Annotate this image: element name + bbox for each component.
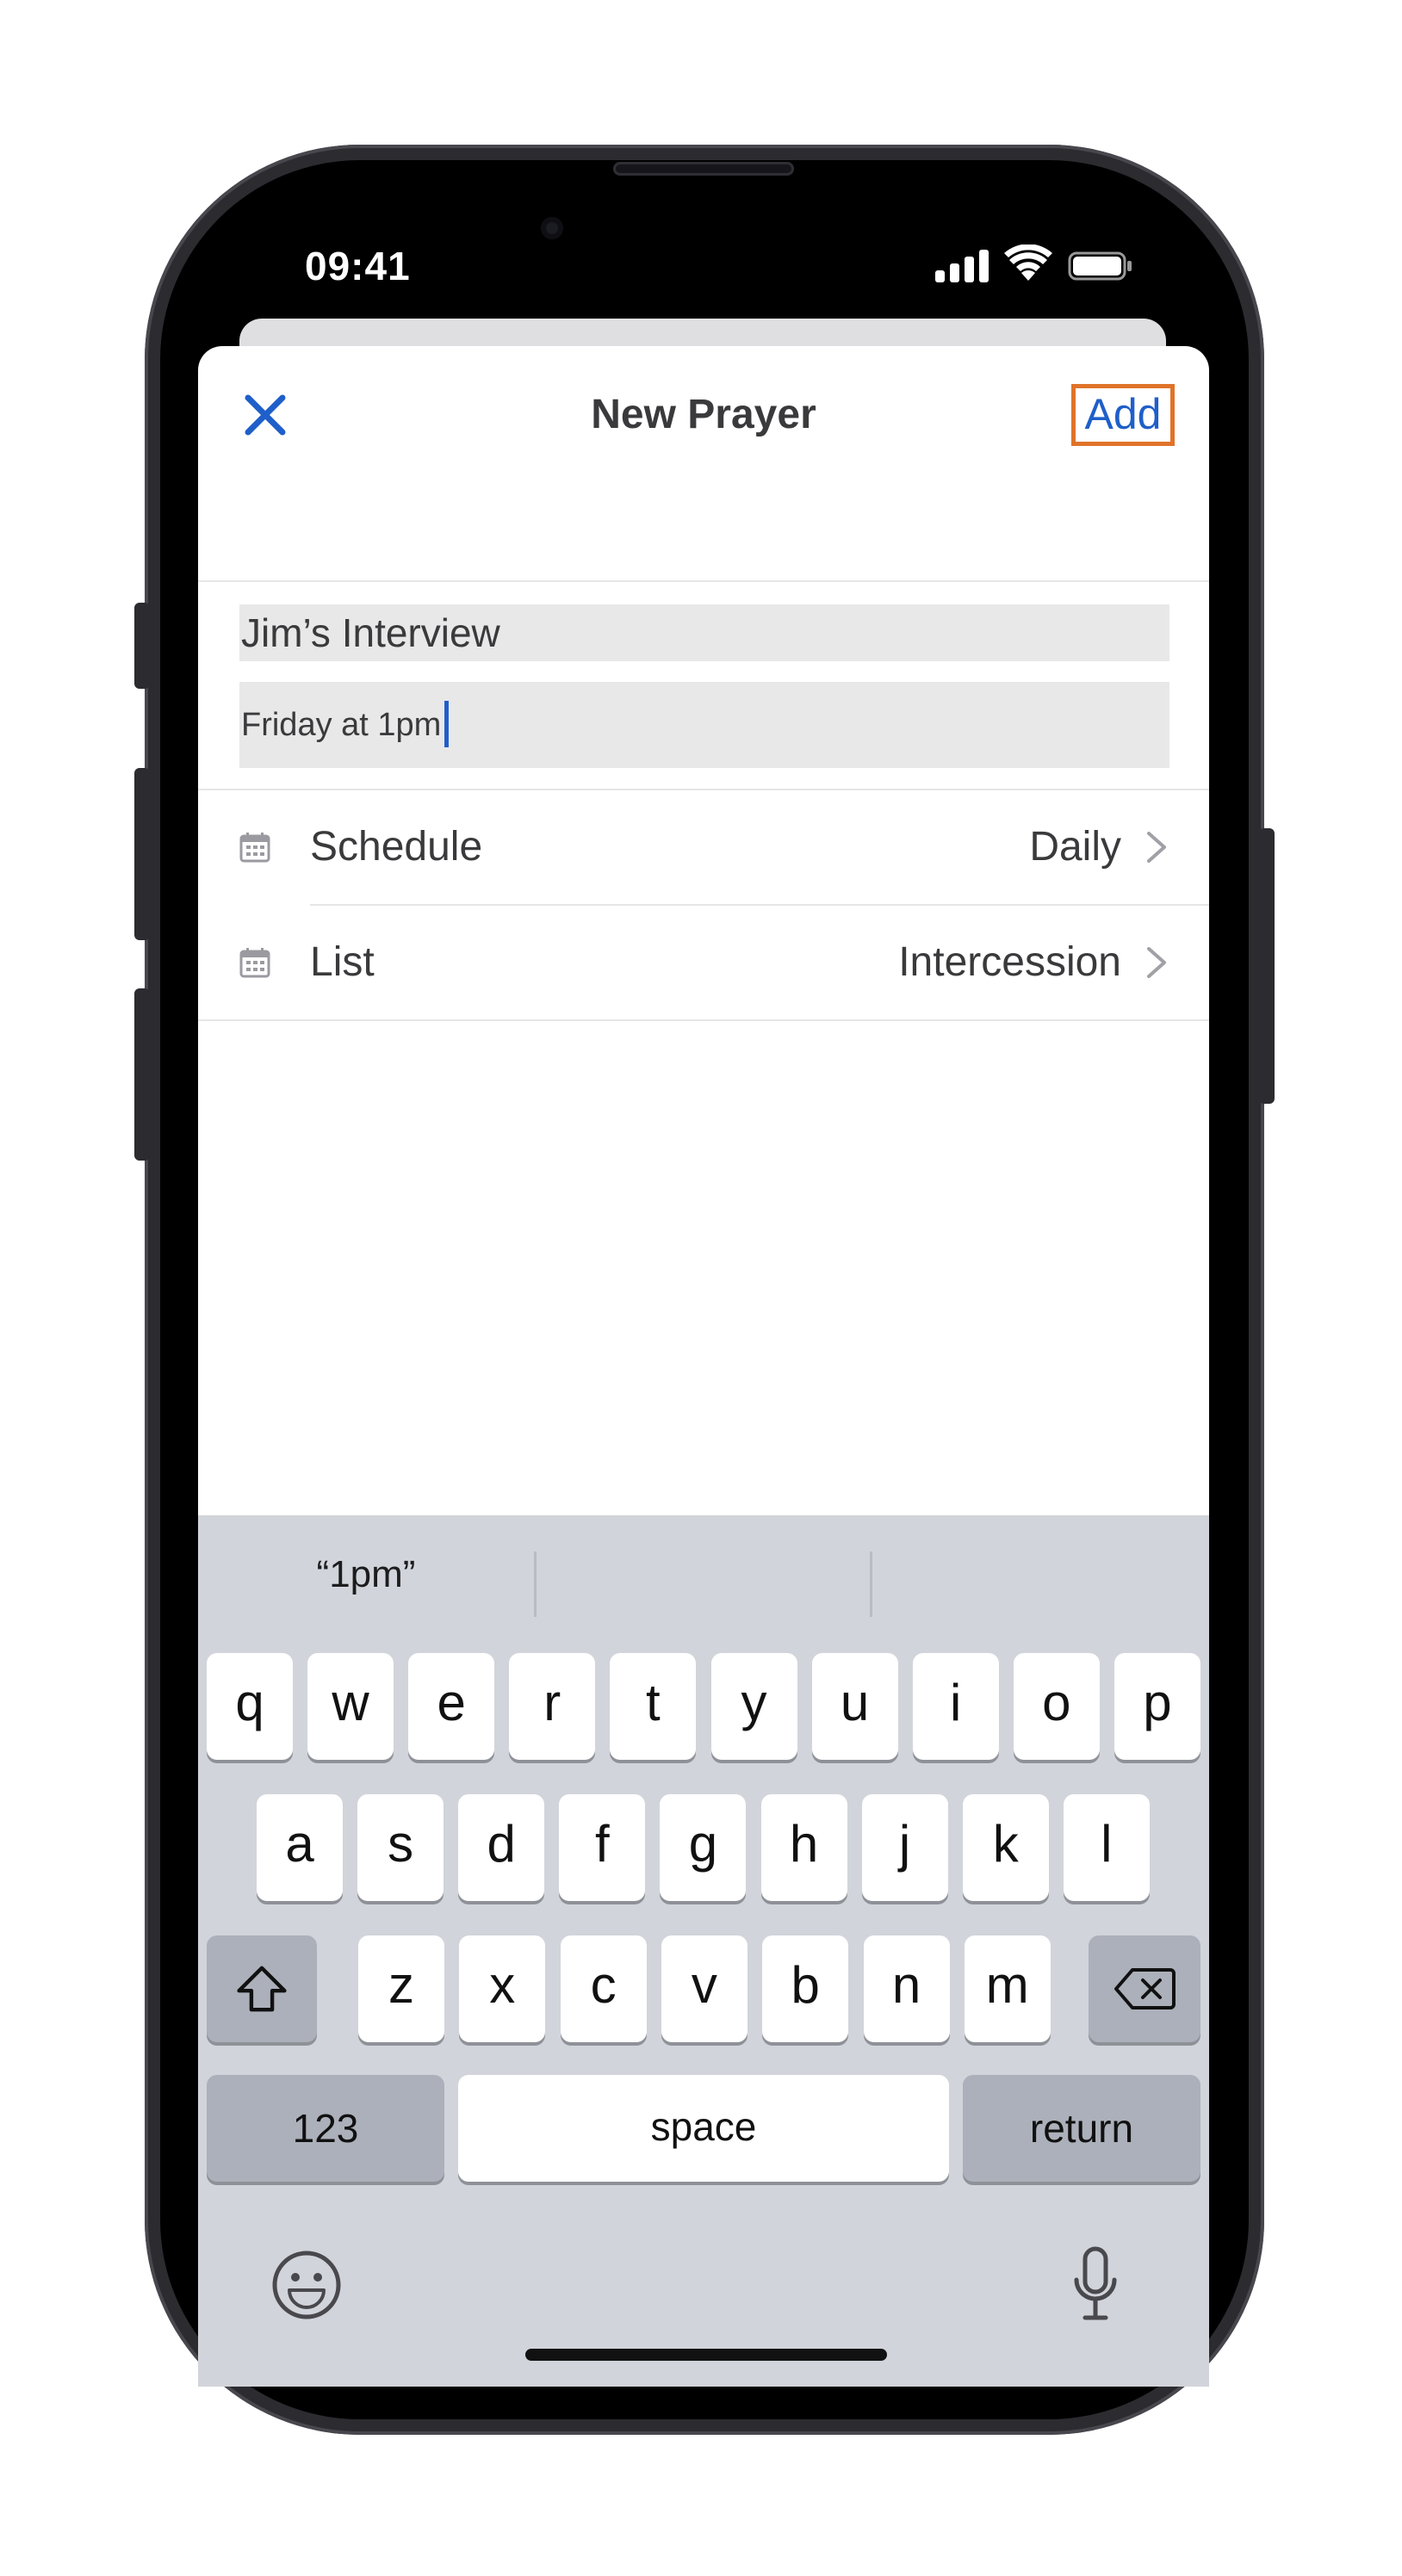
key-o[interactable]: o bbox=[1013, 1653, 1100, 1760]
cellular-signal-icon bbox=[935, 250, 990, 282]
numbers-key[interactable]: 123 bbox=[207, 2075, 444, 2182]
suggestion-1[interactable]: “1pm” bbox=[198, 1553, 534, 1596]
text-cursor bbox=[444, 700, 450, 747]
key-c[interactable]: c bbox=[560, 1935, 647, 2042]
suggestion-divider bbox=[870, 1551, 872, 1617]
prayer-title-input[interactable]: Jim’s Interview bbox=[239, 604, 1169, 661]
suggestion-divider bbox=[534, 1551, 537, 1617]
page-title: New Prayer bbox=[591, 392, 816, 437]
prayer-title-value: Jim’s Interview bbox=[241, 610, 500, 655]
list-value: Intercession bbox=[898, 939, 1121, 985]
delete-icon bbox=[1114, 1968, 1176, 2009]
schedule-value: Daily bbox=[1029, 824, 1121, 870]
space-key[interactable]: space bbox=[458, 2075, 949, 2182]
shift-icon bbox=[237, 1966, 287, 2012]
space-key-label: space bbox=[650, 2104, 757, 2149]
key-v[interactable]: v bbox=[661, 1935, 748, 2042]
add-button[interactable]: Add bbox=[1071, 384, 1175, 446]
microphone-icon[interactable] bbox=[1070, 2245, 1121, 2323]
key-a[interactable]: a bbox=[257, 1794, 343, 1901]
key-h[interactable]: h bbox=[760, 1794, 847, 1901]
return-key[interactable]: return bbox=[963, 2075, 1200, 2182]
prayer-notes-value: Friday at 1pm bbox=[241, 707, 442, 743]
wifi-icon bbox=[1004, 245, 1052, 281]
delete-key[interactable] bbox=[1089, 1935, 1200, 2042]
power-button bbox=[1259, 828, 1275, 1104]
key-g[interactable]: g bbox=[660, 1794, 747, 1901]
key-m[interactable]: m bbox=[964, 1935, 1051, 2042]
key-w[interactable]: w bbox=[307, 1653, 394, 1760]
prayer-notes-input[interactable]: Friday at 1pm bbox=[239, 682, 1169, 768]
key-t[interactable]: t bbox=[610, 1653, 697, 1760]
chevron-right-icon bbox=[1147, 947, 1166, 978]
battery-icon bbox=[1068, 251, 1132, 281]
numbers-key-label: 123 bbox=[292, 2106, 359, 2151]
key-u[interactable]: u bbox=[811, 1653, 898, 1760]
key-n[interactable]: n bbox=[863, 1935, 950, 2042]
calendar-icon bbox=[239, 833, 270, 863]
key-y[interactable]: y bbox=[710, 1653, 797, 1760]
key-f[interactable]: f bbox=[559, 1794, 646, 1901]
schedule-label: Schedule bbox=[310, 824, 483, 870]
list-label: List bbox=[310, 939, 375, 985]
emoji-icon[interactable] bbox=[270, 2249, 343, 2321]
key-i[interactable]: i bbox=[912, 1653, 999, 1760]
volume-up-button bbox=[134, 768, 150, 940]
key-z[interactable]: z bbox=[358, 1935, 444, 2042]
volume-down-button bbox=[134, 988, 150, 1161]
row-divider bbox=[198, 1019, 1209, 1021]
key-b[interactable]: b bbox=[762, 1935, 849, 2042]
return-key-label: return bbox=[1029, 2106, 1134, 2151]
shift-key[interactable] bbox=[207, 1935, 317, 2042]
speaker-grille bbox=[613, 162, 794, 176]
key-s[interactable]: s bbox=[357, 1794, 444, 1901]
chevron-right-icon bbox=[1147, 832, 1166, 863]
key-e[interactable]: e bbox=[408, 1653, 495, 1760]
key-j[interactable]: j bbox=[861, 1794, 948, 1901]
key-l[interactable]: l bbox=[1063, 1794, 1150, 1901]
list-row[interactable]: List Intercession bbox=[198, 906, 1209, 1019]
calendar-icon bbox=[239, 948, 270, 978]
key-d[interactable]: d bbox=[458, 1794, 545, 1901]
key-q[interactable]: q bbox=[207, 1653, 293, 1760]
status-time: 09:41 bbox=[305, 244, 411, 288]
front-camera bbox=[541, 217, 563, 239]
key-p[interactable]: p bbox=[1114, 1653, 1200, 1760]
home-indicator bbox=[525, 2349, 887, 2361]
key-r[interactable]: r bbox=[509, 1653, 596, 1760]
header-divider bbox=[198, 580, 1209, 582]
keyboard: “1pm” qwertyuiop asdfghjkl zxcvbnm 123 s… bbox=[198, 1515, 1209, 2387]
key-k[interactable]: k bbox=[962, 1794, 1049, 1901]
action-button bbox=[134, 603, 150, 689]
key-x[interactable]: x bbox=[459, 1935, 546, 2042]
schedule-row[interactable]: Schedule Daily bbox=[198, 790, 1209, 904]
